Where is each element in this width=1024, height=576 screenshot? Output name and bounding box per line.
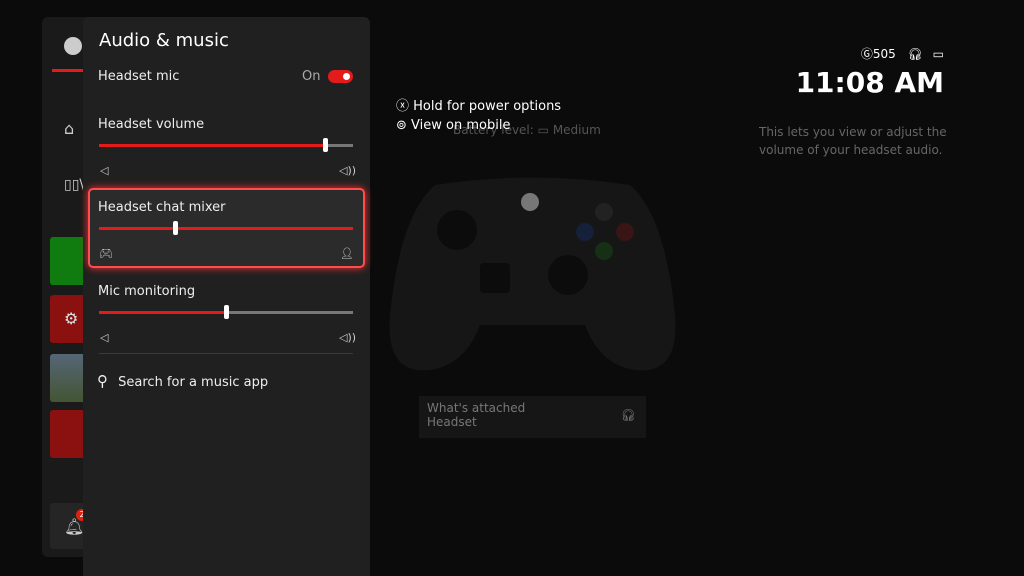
chat-mixer-slider[interactable] [99,221,353,235]
mobile-hint: ⊚ View on mobile [396,118,510,133]
battery-status-icon: ▭ [932,47,944,61]
headset-status-icon: 🎧︎ [907,47,923,61]
gamerscore-icon: Ⓖ [860,47,873,61]
chat-mixer-label: Headset chat mixer [98,200,226,215]
volume-low-icon: ◁ [100,331,109,344]
headset-mic-label: Headset mic [98,69,180,84]
search-music-label: Search for a music app [118,375,269,390]
controller-icon: 🎮︎ [99,247,113,260]
controller-image [389,177,676,371]
headset-volume-slider[interactable] [99,138,353,152]
headset-icon: 🎧︎ [620,408,636,422]
home-icon[interactable]: ⌂ [64,119,74,138]
battery-value: Medium [552,123,601,137]
search-icon: ⚲ [97,372,108,390]
person-icon: 👤︎ [340,247,354,260]
xbox-button-icon: ⓧ [396,99,410,114]
audio-music-panel: Audio & music Headset mic On Headset vol… [83,17,370,576]
slider-thumb[interactable] [173,221,179,235]
battery-icon: ▭ [537,123,549,137]
library-icon[interactable]: ▯▯\ [64,177,84,193]
power-hint-text: Hold for power options [413,99,562,114]
gear-icon: ⚙ [64,309,79,328]
share-button-icon: ⊚ [396,118,407,133]
gamerscore: 505 [872,47,896,61]
divider [99,353,353,354]
xbox-logo-icon[interactable] [64,37,82,55]
slider-thumb[interactable] [323,138,329,152]
volume-high-icon: ◁)) [339,331,357,344]
headset-mic-state: On [302,69,321,84]
status-bar: Ⓖ505 🎧︎ ▭ [861,45,944,62]
volume-high-icon: ◁)) [339,164,357,177]
volume-low-icon: ◁ [100,164,109,177]
attached-value: Headset [427,415,477,429]
description-text: This lets you view or adjust the volume … [759,125,947,157]
attached-title: What's attached [427,401,526,415]
power-hint: ⓧ Hold for power options [396,95,561,114]
clock: 11:08 AM [795,66,944,99]
mobile-hint-text: View on mobile [411,118,511,133]
headset-mic-toggle[interactable] [328,70,353,83]
whats-attached-card[interactable]: What's attached Headset 🎧︎ [419,396,646,438]
mic-monitoring-slider[interactable] [99,305,353,319]
search-music-app-button[interactable]: ⚲ Search for a music app [97,372,268,390]
panel-title: Audio & music [99,30,229,51]
slider-thumb[interactable] [224,305,229,319]
headset-volume-label: Headset volume [98,117,205,132]
mic-monitoring-label: Mic monitoring [98,284,196,299]
